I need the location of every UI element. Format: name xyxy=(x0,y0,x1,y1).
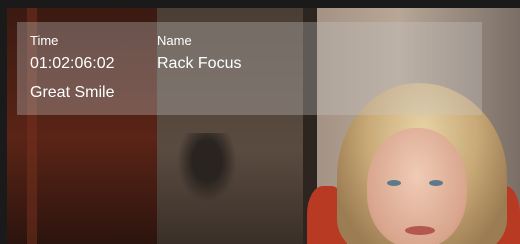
subject-lips xyxy=(405,226,435,235)
viewer-frame: Time 01:02:06:02 Name Rack Focus Great S… xyxy=(0,0,520,244)
name-label: Name xyxy=(157,33,192,48)
wall-sconce xyxy=(177,133,237,203)
marker-note-value: Great Smile xyxy=(30,84,115,101)
time-label: Time xyxy=(30,33,59,48)
timecode-value: 01:02:06:02 xyxy=(30,55,115,72)
marker-info-overlay: Time 01:02:06:02 Name Rack Focus Great S… xyxy=(17,22,482,115)
marker-name-value: Rack Focus xyxy=(157,55,242,72)
subject-eye-left xyxy=(387,180,401,186)
subject-eye-right xyxy=(429,180,443,186)
